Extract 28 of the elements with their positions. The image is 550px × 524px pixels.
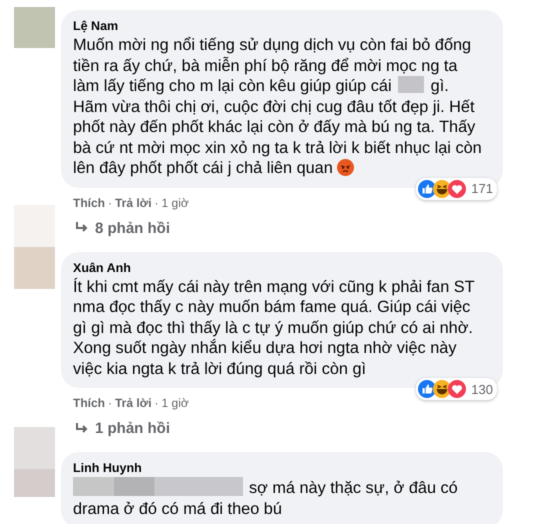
comment-text: sợ má này thặc sự, ở đâu có drama ở đó có má đi theo bú: [73, 477, 459, 519]
separator-dot: ·: [154, 396, 159, 410]
comment-text: Ít khi cmt mấy cái này trên mạng với cũng k phải fan ST nma đọc thấy c này muốn bám fame quá. Giúp cái việc gì gì mà đọc thì thấy là c tự ý muốn giúp chứ có ai nhờ. Xong suốt ngày nhắn kiểu dựa hơi ngta nhờ việc này việc kia ngta k trả lời đúng quá rồi còn gì: [73, 276, 476, 379]
separator-dot: ·: [108, 396, 112, 410]
separator-dot: ·: [154, 196, 159, 210]
avatar[interactable]: [14, 204, 55, 288]
action-link[interactable]: Thích: [73, 396, 105, 410]
reaction-summary[interactable]: 130: [416, 378, 497, 400]
reaction-count: 171: [471, 181, 493, 196]
angry-face-icon: [337, 159, 354, 176]
reply-arrow-icon: [75, 422, 89, 436]
author-name[interactable]: Xuân Anh: [73, 260, 491, 274]
redacted-block: [398, 76, 424, 93]
comment-text: Muốn mời ng nổi tiếng sử dụng dịch vụ còn fai bỏ đống tiền ra ấy chứ, bà miễn phí bộ răng để mời mọc ng ta làm lấy tiếng cho m lại còn kêu giúp giúp cái gì. Hãm vừa thôi chị ơi, cuộc đời chị cug đâu tốt đẹp ji. Hết phốt này đến phốt khác lại còn ở đấy mà bú ng ta. Thấy bà cứ nt mời mọc xin xỏ ng ta k trả lời k biết nhục lại còn lên đây phốt phốt cái j chả liên quan: [73, 35, 483, 178]
view-replies-link[interactable]: 1 phản hồi: [61, 410, 503, 449]
timestamp: 1 giờ: [162, 396, 189, 410]
action-link[interactable]: Trả lời: [115, 196, 152, 210]
timestamp: 1 giờ: [162, 196, 189, 210]
avatar[interactable]: [14, 7, 55, 48]
avatar[interactable]: [14, 427, 55, 497]
reaction-count: 130: [471, 382, 493, 396]
view-replies-link[interactable]: 8 phản hồi: [61, 210, 503, 248]
author-name[interactable]: Linh Huynh: [73, 461, 491, 475]
author-name[interactable]: Lệ Nam: [73, 19, 491, 33]
reaction-summary[interactable]: 171: [416, 178, 497, 200]
action-link[interactable]: Thích: [73, 196, 105, 210]
action-link[interactable]: Trả lời: [115, 396, 152, 410]
separator-dot: ·: [108, 196, 112, 210]
